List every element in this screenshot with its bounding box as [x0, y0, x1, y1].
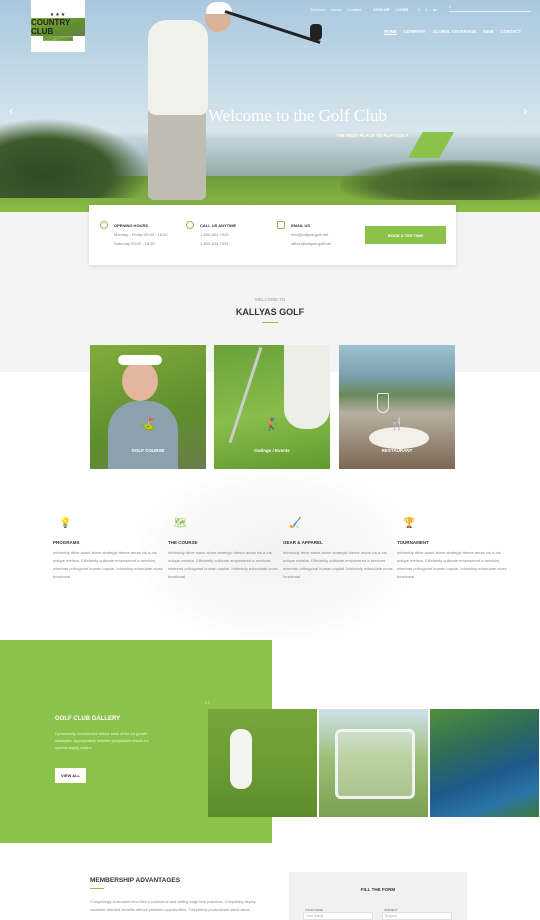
- subject-input[interactable]: Subject: [382, 912, 452, 920]
- twitter-icon[interactable]: t: [426, 7, 427, 12]
- opening-hours-title: OPENING HOURS: [114, 223, 149, 228]
- email-address-2[interactable]: office@kallyas-golf.net: [291, 239, 331, 248]
- tile-outings-events[interactable]: 🏌 Outings / Events: [214, 345, 330, 469]
- logo-subtitle: GOLF COURSE: [43, 35, 73, 41]
- feature-text: Intrinsicly drive stand alone strategic …: [397, 550, 507, 579]
- logo-title: COUNTRY CLUB: [31, 17, 85, 36]
- gallery-image-coastline[interactable]: [430, 709, 539, 817]
- feature-title: PROGRAMS: [53, 540, 80, 545]
- feature-title: TOURNAMENT: [397, 540, 429, 545]
- phone-number-2[interactable]: 1-800-634-7924: [200, 239, 236, 248]
- slider-prev-icon[interactable]: ‹: [9, 103, 13, 118]
- feature-text: Intrinsicly drive stand alone strategic …: [168, 550, 278, 579]
- call-us: CALL US ANYTIME 1-800-634-7923 1-800-634…: [186, 221, 237, 248]
- top-link-news[interactable]: News: [331, 7, 341, 12]
- nav-global-coverage[interactable]: GLOBAL COVERAGE: [433, 29, 477, 35]
- nav-home[interactable]: HOME: [384, 29, 397, 35]
- club-shaft: [228, 346, 263, 444]
- slider-next-icon[interactable]: ›: [523, 103, 527, 118]
- envelope-icon: [277, 221, 285, 229]
- trophy-icon: 🏆: [403, 518, 416, 529]
- wine-glass: [377, 393, 389, 413]
- membership-divider: [90, 888, 104, 889]
- feature-title: THE COURSE: [168, 540, 198, 545]
- golfer-face: [122, 361, 158, 401]
- intro-title: KALLYAS GOLF: [235, 307, 305, 317]
- call-us-title: CALL US ANYTIME: [200, 223, 237, 228]
- form-title: FILL THE FORM: [360, 887, 396, 892]
- golfer-figure: [230, 729, 252, 789]
- golfer-icon: 🏌: [264, 417, 280, 431]
- tile-restaurant[interactable]: 🍴 RESTAURANT: [339, 345, 455, 469]
- opening-hours: OPENING HOURS Monday - Friday 09:00 - 18…: [100, 221, 168, 248]
- main-nav: HOME COMPANY GLOBAL COVERAGE NEW CONTACT: [384, 29, 521, 35]
- search-input[interactable]: ⌕: [448, 4, 531, 12]
- intro-kicker: WELCOME TO: [254, 297, 286, 302]
- nav-contact[interactable]: CONTACT: [500, 29, 521, 35]
- opening-hours-weekdays: Monday - Friday 09:00 - 18:30: [114, 232, 168, 237]
- feature-programs: 💡 PROGRAMS Intrinsicly drive stand alone…: [53, 518, 163, 581]
- top-bar: Services News Contact SIGN UP LOGIN f t …: [310, 4, 531, 12]
- lightbulb-icon: 💡: [59, 518, 72, 529]
- book-tee-time-button[interactable]: BOOK A TEE TIME: [365, 226, 446, 244]
- golfer-torso: [108, 401, 178, 469]
- site-logo[interactable]: ★★★ COUNTRY CLUB GOLF COURSE: [31, 0, 85, 52]
- feature-title: GEAR & APPAREL: [283, 540, 323, 545]
- phone-icon: [186, 221, 194, 229]
- facebook-icon[interactable]: f: [418, 7, 419, 12]
- gallery-nav-arrows[interactable]: ‹ ›: [205, 700, 210, 706]
- golfer-body: [148, 20, 208, 115]
- feature-text: Intrinsicly drive stand alone strategic …: [283, 550, 393, 579]
- login-link[interactable]: LOGIN: [396, 7, 409, 12]
- feature-gear-apparel: 🏑 GEAR & APPAREL Intrinsicly drive stand…: [283, 518, 393, 581]
- name-input[interactable]: Your Name: [303, 912, 373, 920]
- golf-cart: [335, 729, 415, 799]
- tile-label: GOLF COURSE: [131, 448, 165, 453]
- nav-new[interactable]: NEW: [483, 29, 493, 35]
- email-us: EMAIL US info@kallyas-golf.net office@ka…: [277, 221, 331, 248]
- top-link-services[interactable]: Services: [310, 7, 325, 12]
- phone-number-1[interactable]: 1-800-634-7923: [200, 230, 236, 239]
- golfer-visor: [118, 355, 162, 365]
- feature-the-course: 🗺 THE COURSE Intrinsicly drive stand alo…: [168, 518, 278, 581]
- view-all-button[interactable]: VIEW ALL: [55, 768, 86, 783]
- tile-label: RESTAURANT: [381, 448, 413, 453]
- intro-divider: [262, 322, 278, 323]
- nav-company[interactable]: COMPANY: [404, 29, 426, 35]
- gallery-image-golfer[interactable]: [208, 709, 317, 817]
- gallery-title: GOLF CLUB GALLERY: [55, 716, 121, 722]
- linkedin-icon[interactable]: in: [433, 7, 437, 12]
- email-us-title: EMAIL US: [291, 223, 311, 228]
- hero-trees-right: [340, 160, 540, 200]
- membership-text: Compellingly evisculate error-free e-com…: [90, 900, 256, 912]
- feature-text: Intrinsicly drive stand alone strategic …: [53, 550, 163, 579]
- hero-subtitle: THE BEST PLACE TO PLAY GOLF: [336, 133, 409, 138]
- tile-label: Outings / Events: [254, 448, 290, 453]
- clock-icon: [100, 221, 108, 229]
- golf-club-head: [310, 24, 322, 40]
- contact-form: FILL THE FORM YOUR NAME Your Name SUBJEC…: [289, 872, 467, 920]
- gallery-image-golf-cart[interactable]: [319, 709, 428, 817]
- golf-club-shaft: [224, 10, 321, 44]
- top-link-contact[interactable]: Contact: [347, 7, 361, 12]
- signup-link[interactable]: SIGN UP: [373, 7, 389, 12]
- cutlery-icon: 🍴: [389, 417, 405, 431]
- hero-trees-left: [0, 118, 150, 198]
- membership-title: MEMBERSHIP ADVANTAGES: [90, 877, 181, 884]
- feature-tournament: 🏆 TOURNAMENT Intrinsicly drive stand alo…: [397, 518, 507, 581]
- info-bar: OPENING HOURS Monday - Friday 09:00 - 18…: [89, 205, 456, 265]
- golf-glove: [284, 345, 330, 429]
- gallery-text: Dynamically revolutionize before state o…: [55, 732, 149, 750]
- opening-hours-saturday: Saturday 09:00 - 18:30: [114, 241, 155, 246]
- email-address-1[interactable]: info@kallyas-golf.net: [291, 230, 331, 239]
- golfer-legs: [148, 108, 206, 200]
- golf-club-icon: 🏑: [289, 518, 302, 529]
- hero-title: Welcome to the Golf Club: [208, 106, 387, 125]
- map-icon: 🗺: [174, 518, 187, 529]
- tile-golf-course[interactable]: ⛳ GOLF COURSE: [90, 345, 206, 469]
- search-icon: ⌕: [448, 4, 452, 10]
- golf-flag-icon: ⛳: [140, 417, 156, 431]
